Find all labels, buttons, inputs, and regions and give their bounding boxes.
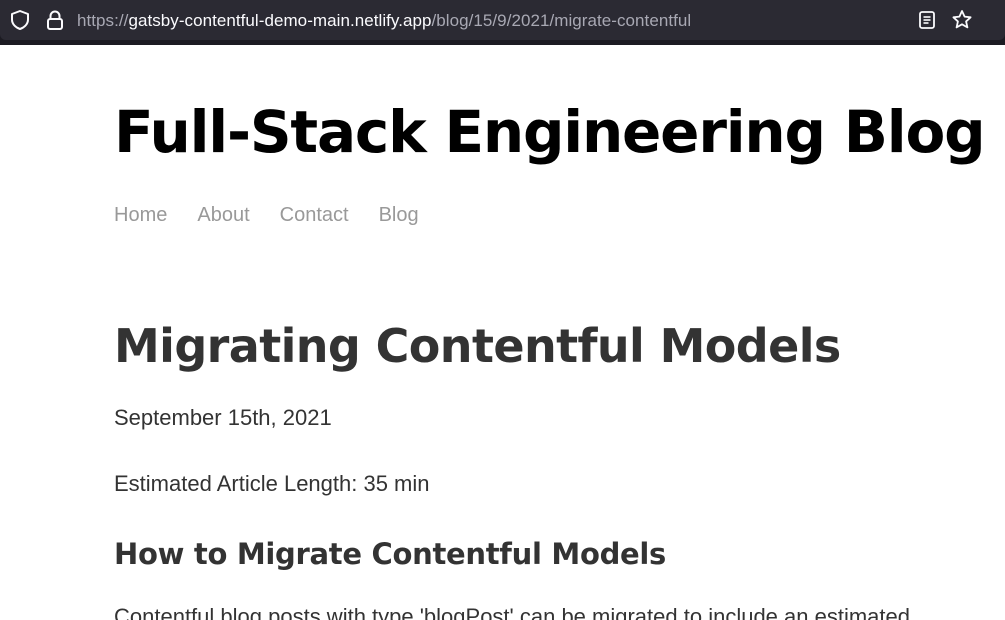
url-host: gatsby-contentful-demo-main.netlify.app (128, 11, 432, 30)
section-heading: How to Migrate Contentful Models (114, 537, 667, 571)
post-title: Migrating Contentful Models (114, 319, 841, 373)
bookmark-star-icon[interactable] (950, 8, 974, 32)
address-bar[interactable]: https://gatsby-contentful-demo-main.netl… (0, 0, 1005, 40)
nav-link-contact[interactable]: Contact (280, 202, 349, 228)
nav-link-home[interactable]: Home (114, 202, 167, 228)
url-text[interactable]: https://gatsby-contentful-demo-main.netl… (77, 10, 691, 32)
url-prefix: https:// (77, 11, 129, 30)
nav-link-blog[interactable]: Blog (379, 202, 419, 228)
main-nav: Home About Contact Blog (114, 202, 449, 228)
post-reading-length: Estimated Article Length: 35 min (114, 471, 430, 496)
url-path: /blog/15/9/2021/migrate-contentful (431, 11, 692, 30)
browser-toolbar: https://gatsby-contentful-demo-main.netl… (0, 0, 1005, 45)
site-title[interactable]: Full-Stack Engineering Blog (114, 92, 986, 172)
post-date: September 15th, 2021 (114, 405, 332, 430)
lock-icon[interactable] (44, 9, 66, 31)
shield-icon[interactable] (9, 9, 31, 31)
nav-link-about[interactable]: About (197, 202, 249, 228)
post-body-paragraph: Contentful blog posts with type 'blogPos… (114, 604, 910, 620)
reader-view-icon[interactable] (917, 9, 937, 31)
page-content: Full-Stack Engineering Blog Home About C… (0, 45, 1005, 620)
